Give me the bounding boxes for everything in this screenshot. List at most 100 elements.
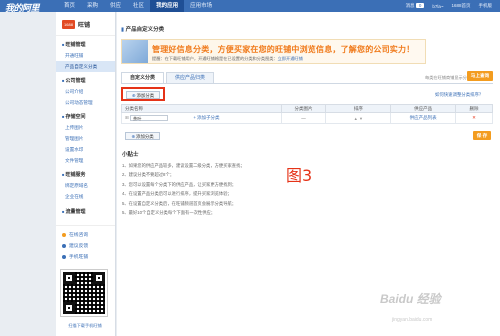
add-category-button-bottom[interactable]: ⊕添加分类 — [125, 132, 160, 140]
plus-icon: ⊕ — [131, 93, 136, 98]
nav-community[interactable]: 社区 — [127, 0, 150, 12]
feedback-label: 建议反馈 — [69, 244, 89, 249]
qr-caption[interactable]: 扫描下载手机旺铺 — [59, 323, 111, 329]
save-button[interactable]: 保 存 — [473, 131, 491, 140]
banner-tip-link[interactable]: 立即开通旺铺 — [278, 56, 303, 61]
list-item: 5、在设置自定义分类后，在旺铺频道首页会展示分类导航； — [122, 200, 237, 206]
mobile-icon — [62, 254, 66, 259]
add-subcategory-label: 添加子分类 — [196, 115, 220, 121]
move-up-icon[interactable]: ▲ — [354, 116, 358, 121]
user-name[interactable]: b7la~ — [432, 4, 443, 9]
top-right-links: 消息 0 b7la~ 1688首页 手机版 — [406, 0, 492, 12]
message-count-badge: 0 — [415, 3, 425, 8]
tab-divider — [121, 83, 493, 84]
top-bar: 我的阿里 首页 采购 供应 社区 我的应用 应用市场 消息 0 b7la~ 16… — [0, 0, 500, 14]
cell-sort: ▲ ▼ — [325, 112, 392, 124]
sidebar-group-traffic[interactable]: 流量管理 — [56, 205, 115, 217]
sidebar-item-custom-category[interactable]: 产品自定义分类 — [56, 61, 115, 72]
col-delete: 删除 — [455, 104, 493, 113]
product-list-link[interactable]: 供应产品列表 — [410, 115, 437, 120]
sidebar-brand: 1688 旺铺 — [56, 12, 115, 36]
highlight-box: ⊕添加分类 — [121, 87, 165, 101]
brand-name: 旺铺 — [78, 23, 91, 29]
list-item: 2、建议分类不要超过8个； — [122, 172, 175, 178]
sidebar-feedback[interactable]: 建议反馈 — [56, 240, 115, 251]
delete-icon[interactable]: ✕ — [472, 115, 476, 120]
link-mobile[interactable]: 手机版 — [479, 3, 493, 9]
banner-tip: 提醒：在下载旺铺用户，开通旺铺格是在已设置的分类和分类图类：立即开通旺铺 — [152, 56, 303, 62]
nav-my-apps[interactable]: 我的应用 — [150, 0, 185, 12]
banner-headline: 管理好信息分类，方便买家在您的旺铺中浏览信息，了解您的公司实力！ — [152, 45, 415, 54]
nav-purchase[interactable]: 采购 — [81, 0, 104, 12]
sidebar-mobile-shop[interactable]: 手机旺铺 — [56, 251, 115, 262]
col-name: 分类名称 — [121, 104, 282, 113]
sidebar-group-company[interactable]: 公司管理 — [56, 74, 115, 86]
nav-supply[interactable]: 供应 — [104, 0, 127, 12]
cell-image: — — [280, 112, 327, 124]
list-item: 5、最好10个自定义分类每个下面有一次性供应； — [122, 210, 216, 216]
messages-link[interactable]: 消息 0 — [406, 3, 425, 9]
banner-tip-text: 提醒：在下载旺铺用户，开通旺铺格是在已设置的分类和分类图类： — [152, 56, 278, 61]
chat-icon — [62, 232, 66, 237]
brand-logo-icon: 1688 — [62, 20, 75, 29]
cell-delete: ✕ — [455, 112, 493, 124]
consult-label: 在线咨询 — [69, 233, 89, 238]
tips-list: 1、如果您的供应产品较多，建议设置二级分类，方便买家查找； 2、建议分类不要超过… — [122, 161, 372, 217]
col-products: 供应产品 — [390, 104, 457, 113]
qr-corner — [93, 272, 105, 284]
plus-icon: ⊕ — [131, 134, 136, 139]
info-banner: 管理好信息分类，方便买家在您的旺铺中浏览信息，了解您的公司实力！ 提醒：在下载旺… — [121, 39, 426, 64]
sidebar-item-upload-image[interactable]: 上传图片 — [56, 122, 115, 133]
sort-help-link[interactable]: 如何快速调整分类排序？ — [435, 92, 483, 98]
table-row: ⊞ 茶叶 +添加子分类 — ▲ ▼ 供应产品列表 ✕ — [121, 112, 493, 124]
qr-corner — [63, 272, 75, 284]
sidebar-item-online[interactable]: 企业在线 — [56, 191, 115, 202]
col-image: 分类图片 — [280, 104, 327, 113]
sidebar: 1688 旺铺 旺铺管理 开通旺铺 产品自定义分类 公司管理 公司介绍 公司动态… — [56, 12, 116, 336]
col-sort: 排序 — [325, 104, 392, 113]
sidebar-consult[interactable]: 在线咨询 — [56, 229, 115, 240]
app-logo[interactable]: 我的阿里 — [5, 1, 40, 14]
qr-code — [60, 269, 108, 317]
sidebar-item-company-intro[interactable]: 公司介绍 — [56, 86, 115, 97]
list-item: 4、在设置产品分类后可以进行排序，提升买家浏览体验； — [122, 191, 232, 197]
query-button[interactable]: 马上查询 — [467, 71, 493, 81]
watermark-url: jingyan.baidu.com — [392, 317, 433, 323]
figure-label: 图3 — [286, 166, 313, 185]
nav-app-market[interactable]: 应用市场 — [184, 0, 218, 12]
feedback-icon — [62, 243, 66, 248]
sidebar-item-watermark[interactable]: 设置水印 — [56, 144, 115, 155]
mobile-label: 手机旺铺 — [69, 255, 89, 260]
add-subcategory-link[interactable]: +添加子分类 — [193, 115, 219, 120]
sidebar-misc: 在线咨询 建议反馈 手机旺铺 — [56, 225, 115, 262]
image-dash-icon: — — [301, 115, 306, 121]
banner-illustration — [122, 40, 148, 63]
tips-title: 小贴士 — [122, 152, 139, 158]
top-nav: 首页 采购 供应 社区 我的应用 应用市场 — [58, 0, 218, 12]
sidebar-item-bind-domain[interactable]: 绑定原域名 — [56, 180, 115, 191]
category-name-input[interactable]: 茶叶 — [130, 114, 169, 121]
sidebar-group-storage[interactable]: 存储空间 — [56, 110, 115, 122]
sidebar-group-shop[interactable]: 旺铺管理 — [56, 38, 115, 50]
sidebar-item-manage-images[interactable]: 管理图片 — [56, 133, 115, 144]
plus-icon: + — [193, 115, 196, 121]
list-item: 3、您可以设置每个分类下的供应产品，让买家更方便找到； — [122, 181, 237, 187]
move-down-icon[interactable]: ▼ — [359, 116, 363, 121]
list-item: 1、如果您的供应产品较多，建议设置二级分类，方便买家查找； — [122, 163, 245, 168]
link-1688-home[interactable]: 1688首页 — [451, 3, 470, 9]
add-category-bottom-label: 添加分类 — [136, 134, 154, 139]
nav-home[interactable]: 首页 — [58, 0, 81, 12]
sidebar-item-company-news[interactable]: 公司动态管理 — [56, 97, 115, 108]
sidebar-item-file-manage[interactable]: 文件管理 — [56, 155, 115, 166]
sidebar-group-services[interactable]: 旺铺服务 — [56, 168, 115, 180]
tab-note: 每类在旺铺商铺显示分类 — [425, 75, 472, 80]
sidebar-item-open-shop[interactable]: 开通旺铺 — [56, 50, 115, 61]
qr-corner — [63, 302, 75, 314]
cell-products: 供应产品列表 — [390, 112, 457, 124]
table-header-row: 分类名称 分类图片 排序 供应产品 删除 — [121, 104, 493, 113]
expand-icon[interactable]: ⊞ — [125, 115, 129, 120]
cell-name: ⊞ 茶叶 +添加子分类 — [121, 112, 282, 124]
watermark-logo: Baidu 经验 — [380, 292, 441, 306]
main-content: 产品自定义分类 管理好信息分类，方便买家在您的旺铺中浏览信息，了解您的公司实力！… — [117, 12, 500, 336]
add-category-button[interactable]: ⊕添加分类 — [126, 91, 160, 99]
